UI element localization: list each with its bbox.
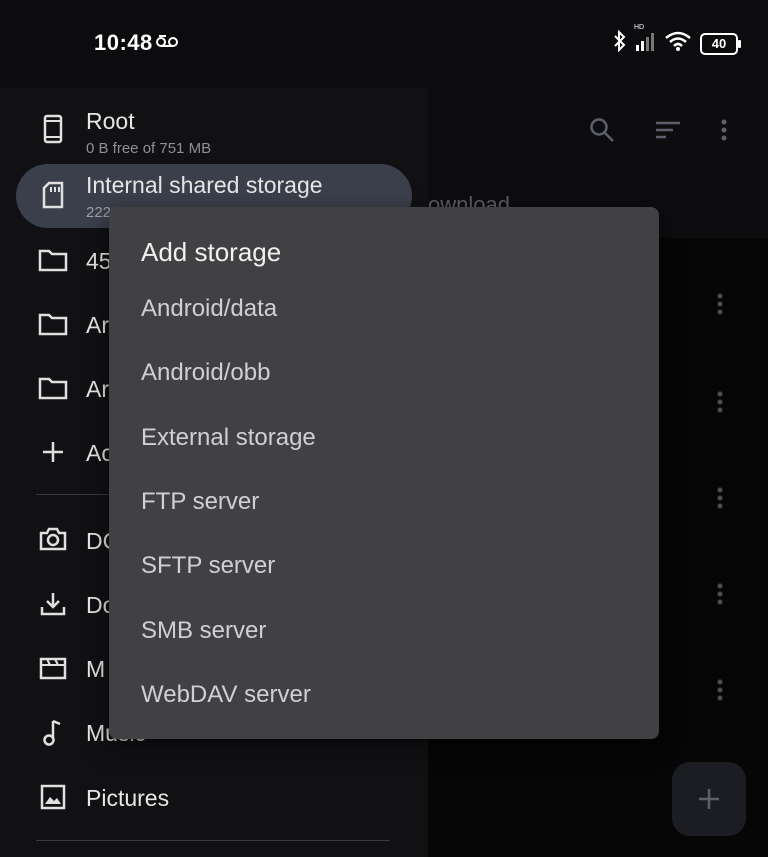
row-more-icon[interactable] — [716, 678, 732, 706]
search-icon[interactable] — [588, 116, 616, 144]
image-icon — [38, 782, 68, 812]
drawer-item-label: 45 — [86, 248, 112, 274]
folder-icon — [38, 245, 68, 275]
drawer-item-label: Ar — [86, 312, 109, 338]
phone-icon — [38, 114, 68, 144]
option-label: SMB server — [141, 617, 267, 644]
option-android-obb[interactable]: Android/obb — [109, 347, 659, 403]
option-smb-server[interactable]: SMB server — [109, 605, 659, 661]
option-label: External storage — [141, 424, 316, 451]
drawer-item-label: Root — [86, 108, 135, 134]
battery-indicator: 40 — [700, 32, 741, 55]
wifi-icon — [664, 30, 692, 57]
option-label: Android/data — [141, 295, 278, 322]
drawer-item-subtitle: 222 — [86, 204, 112, 221]
status-time: 10:48 — [94, 30, 153, 55]
movies-icon — [38, 653, 68, 683]
bluetooth-icon — [614, 29, 626, 57]
folder-icon — [38, 309, 68, 339]
row-more-icon[interactable] — [716, 582, 732, 610]
camera-icon — [38, 524, 68, 554]
sd-card-icon — [38, 180, 68, 210]
more-options-icon[interactable] — [710, 116, 738, 144]
plus-icon — [38, 437, 68, 467]
status-bar: 10:48 HD 40 — [0, 0, 768, 88]
system-icons: HD 40 — [614, 24, 741, 57]
option-android-data[interactable]: Android/data — [109, 283, 659, 339]
music-icon — [38, 717, 68, 747]
row-more-icon[interactable] — [716, 486, 732, 514]
download-icon — [38, 589, 68, 619]
drawer-item-label: M — [86, 656, 106, 682]
option-label: Android/obb — [141, 359, 271, 386]
drawer-divider — [36, 840, 390, 841]
option-label: FTP server — [141, 488, 260, 515]
drawer-item-subtitle: 0 B free of 751 MB — [86, 140, 212, 157]
option-webdav-server[interactable]: WebDAV server — [109, 669, 659, 725]
folder-icon — [38, 373, 68, 403]
sort-icon[interactable] — [654, 116, 682, 144]
option-sftp-server[interactable]: SFTP server — [109, 540, 659, 596]
row-more-icon[interactable] — [716, 292, 732, 320]
dialog-title: Add storage — [141, 237, 282, 267]
option-label: WebDAV server — [141, 681, 311, 708]
plus-icon — [699, 789, 719, 809]
option-label: SFTP server — [141, 552, 276, 579]
option-ftp-server[interactable]: FTP server — [109, 476, 659, 532]
voicemail-icon — [156, 33, 178, 54]
row-more-icon[interactable] — [716, 390, 732, 418]
drawer-item-label: Pictures — [86, 785, 170, 811]
option-external-storage[interactable]: External storage — [109, 412, 659, 468]
add-fab-button[interactable] — [672, 762, 746, 836]
signal-icon: HD — [634, 24, 656, 57]
add-storage-dialog: Add storage Android/data Android/obb Ext… — [109, 207, 659, 739]
drawer-item-label: Ar — [86, 376, 109, 402]
drawer-item-label: Internal shared storage — [86, 172, 323, 198]
signal-hd-label: HD — [634, 24, 645, 31]
